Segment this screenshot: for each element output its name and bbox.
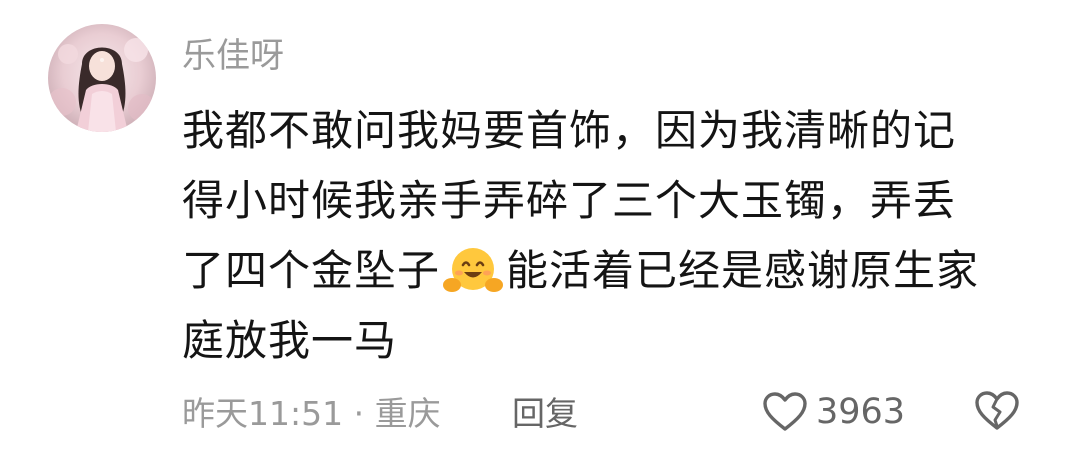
heart-outline-icon (763, 392, 807, 431)
meta-separator: · (353, 394, 365, 433)
comment-text: 我都不敢问我妈要首饰，因为我清晰的记 得小时候我亲手弄碎了三个大玉镯，弄丢 了四… (182, 96, 1032, 376)
avatar-image (48, 24, 156, 132)
dislike-button[interactable] (974, 390, 1020, 443)
avatar[interactable] (48, 24, 156, 132)
like-count: 3963 (816, 392, 906, 432)
comment-meta: 昨天11:51 · 重庆 (182, 392, 441, 436)
comment-location: 重庆 (374, 394, 441, 433)
username[interactable]: 乐佳呀 (182, 34, 284, 78)
comment-text-segment: 能活着已经是感谢原生家 (506, 246, 980, 295)
comment-footer: 昨天11:51 · 重庆 回复 3963 (182, 390, 1032, 436)
comment-item: 乐佳呀 我都不敢问我妈要首饰，因为我清晰的记 得小时候我亲手弄碎了三个大玉镯，弄… (0, 0, 1078, 476)
reply-button[interactable]: 回复 (512, 392, 578, 436)
comment-time: 昨天11:51 (182, 394, 344, 433)
like-button[interactable]: 3963 (762, 390, 905, 434)
comment-line: 庭放我一马 (182, 316, 398, 365)
hugging-face-emoji-icon (442, 245, 504, 295)
broken-heart-icon (975, 391, 1019, 430)
comment-line: 我都不敢问我妈要首饰，因为我清晰的记 (182, 106, 957, 155)
comment-text-segment: 了四个金坠子 (182, 246, 441, 295)
comment-line: 得小时候我亲手弄碎了三个大玉镯，弄丢 (182, 176, 957, 225)
comment-line-with-emoji: 了四个金坠子 能活着已经是感谢原生家 (182, 236, 1032, 306)
